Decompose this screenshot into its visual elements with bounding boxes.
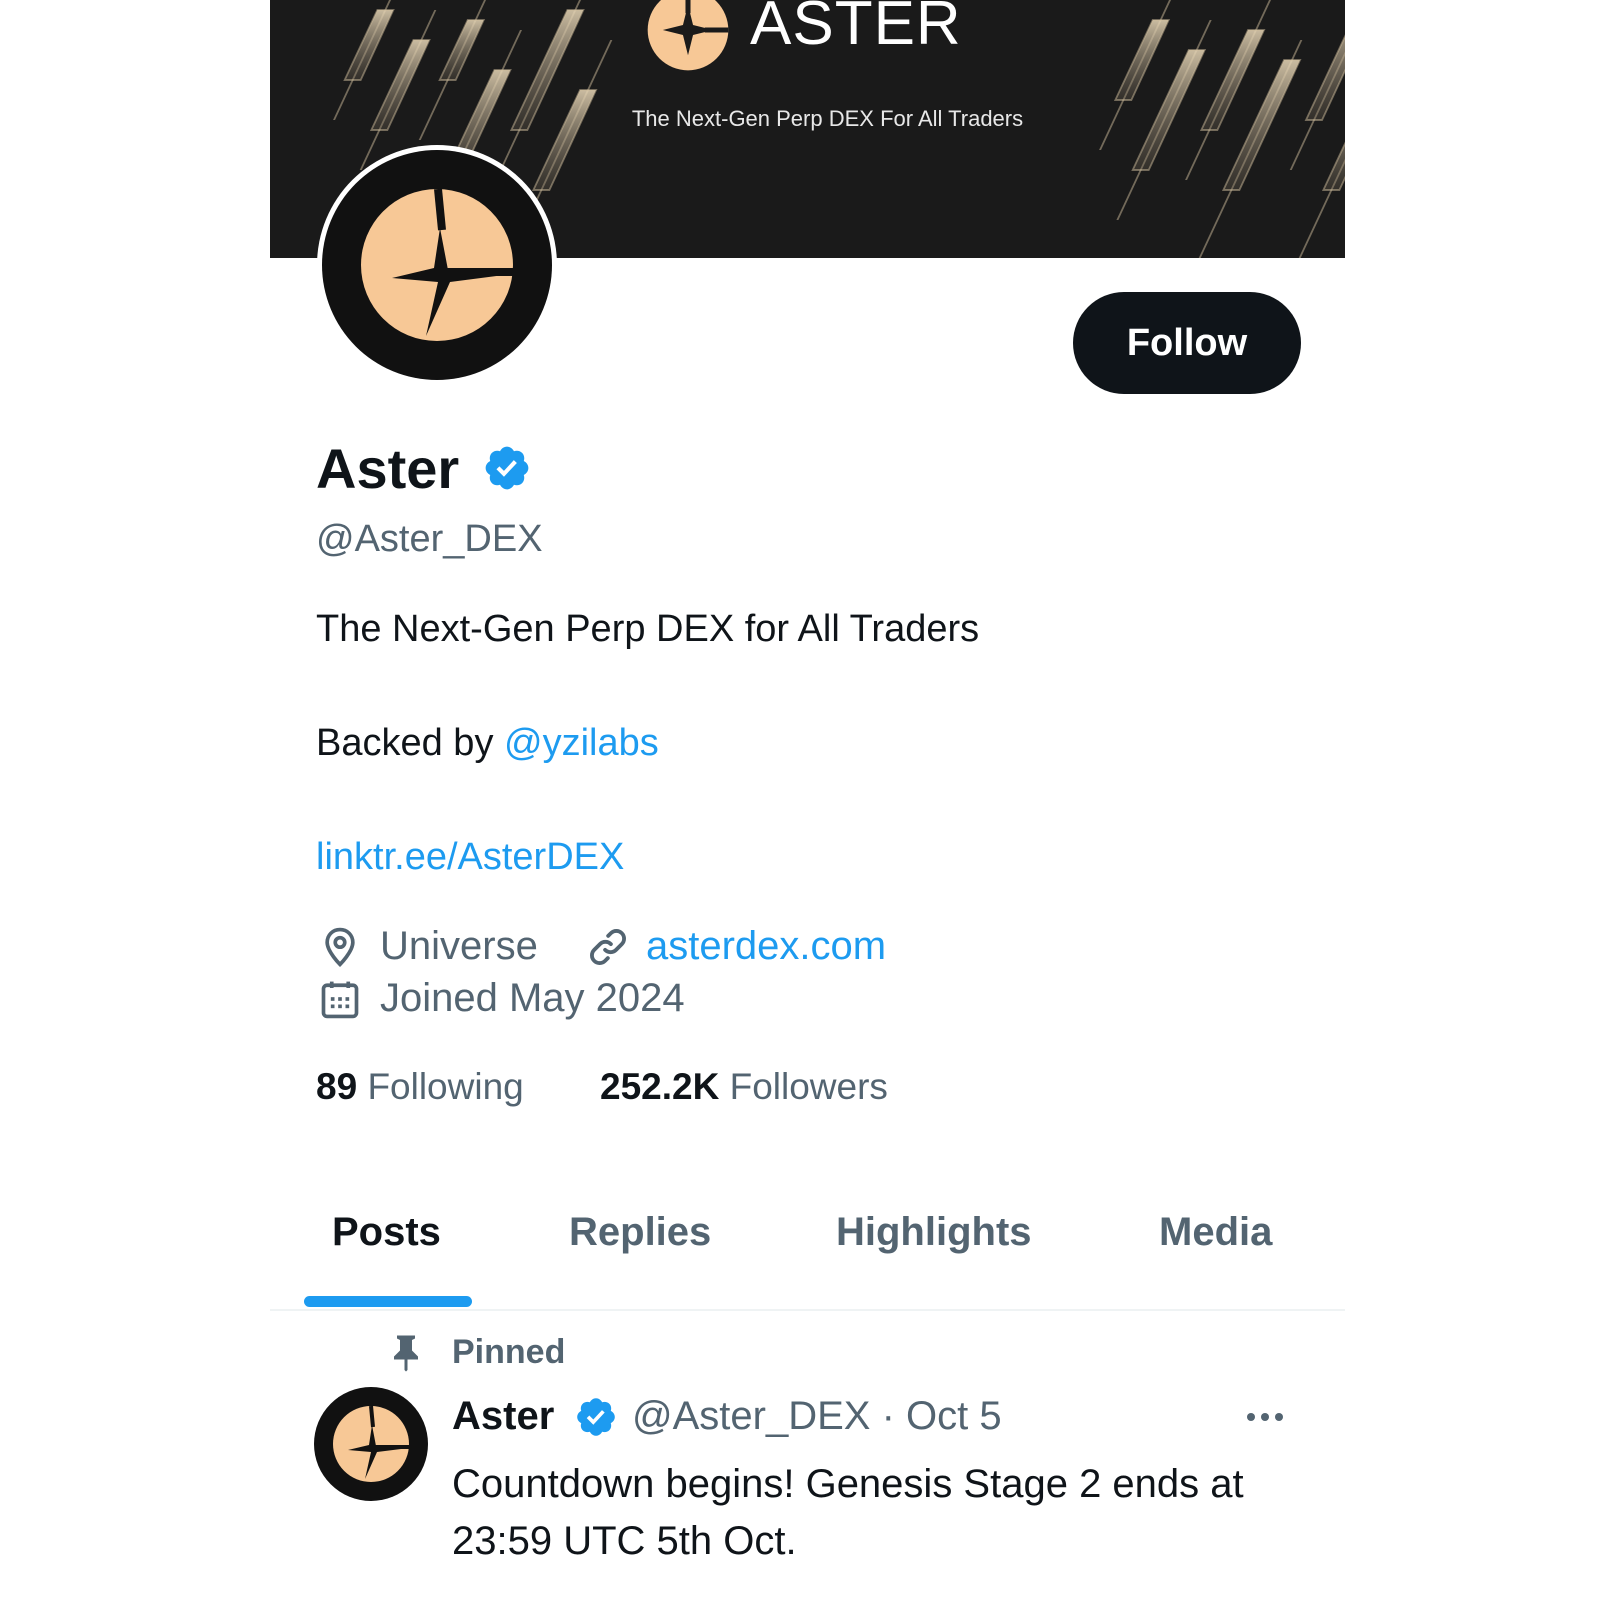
bio-mention-link[interactable]: @yzilabs — [504, 722, 659, 764]
pin-icon — [388, 1332, 424, 1372]
tab-posts[interactable]: Posts — [332, 1210, 441, 1255]
profile-joined-date: Joined May 2024 — [380, 976, 685, 1020]
verified-badge-icon[interactable] — [482, 443, 532, 493]
post-handle-and-date[interactable]: @Aster_DEX · Oct 5 — [632, 1394, 1002, 1439]
banner-title: ASTER — [750, 0, 962, 58]
banner-tagline: The Next-Gen Perp DEX For All Traders — [631, 106, 1024, 131]
profile-handle: @Aster_DEX — [316, 518, 543, 560]
tab-replies[interactable]: Replies — [569, 1210, 711, 1255]
tab-highlights[interactable]: Highlights — [836, 1210, 1032, 1255]
more-dots-icon[interactable] — [1243, 1402, 1287, 1432]
aster-logo-icon — [333, 1405, 409, 1482]
post-text: Countdown begins! Genesis Stage 2 ends a… — [452, 1462, 1244, 1563]
pinned-label: Pinned — [452, 1333, 566, 1371]
active-tab-indicator — [304, 1296, 472, 1307]
verified-badge-icon[interactable] — [574, 1395, 618, 1439]
following-count-link[interactable]: 89 Following — [316, 1066, 524, 1108]
followers-label: Followers — [729, 1066, 888, 1107]
location-pin-icon — [318, 924, 362, 970]
profile-location: Universe — [380, 924, 538, 968]
followers-count: 252.2K — [600, 1066, 720, 1107]
profile-bio: The Next-Gen Perp DEX for All Traders — [316, 608, 980, 650]
post-author-avatar[interactable] — [314, 1387, 428, 1501]
avatar-logo — [322, 150, 552, 380]
aster-logo-icon — [646, 0, 730, 72]
profile-website-link[interactable]: asterdex.com — [646, 924, 886, 969]
followers-count-link[interactable]: 252.2K Followers — [600, 1066, 888, 1108]
tab-media[interactable]: Media — [1159, 1210, 1272, 1255]
calendar-icon — [318, 977, 362, 1021]
following-label: Following — [367, 1066, 524, 1107]
aster-logo-icon — [361, 188, 513, 341]
post-author-name[interactable]: Aster — [452, 1394, 554, 1439]
following-count: 89 — [316, 1066, 358, 1107]
tabs-divider — [270, 1309, 1345, 1311]
profile-avatar[interactable] — [317, 145, 557, 385]
link-icon — [585, 924, 631, 970]
follow-button[interactable]: Follow — [1073, 292, 1301, 394]
profile-display-name: Aster — [316, 437, 460, 500]
bio-backed-prefix: Backed by — [316, 722, 504, 764]
profile-bio-backed: Backed by @yzilabs — [316, 722, 659, 765]
bio-link[interactable]: linktr.ee/AsterDEX — [316, 836, 624, 879]
